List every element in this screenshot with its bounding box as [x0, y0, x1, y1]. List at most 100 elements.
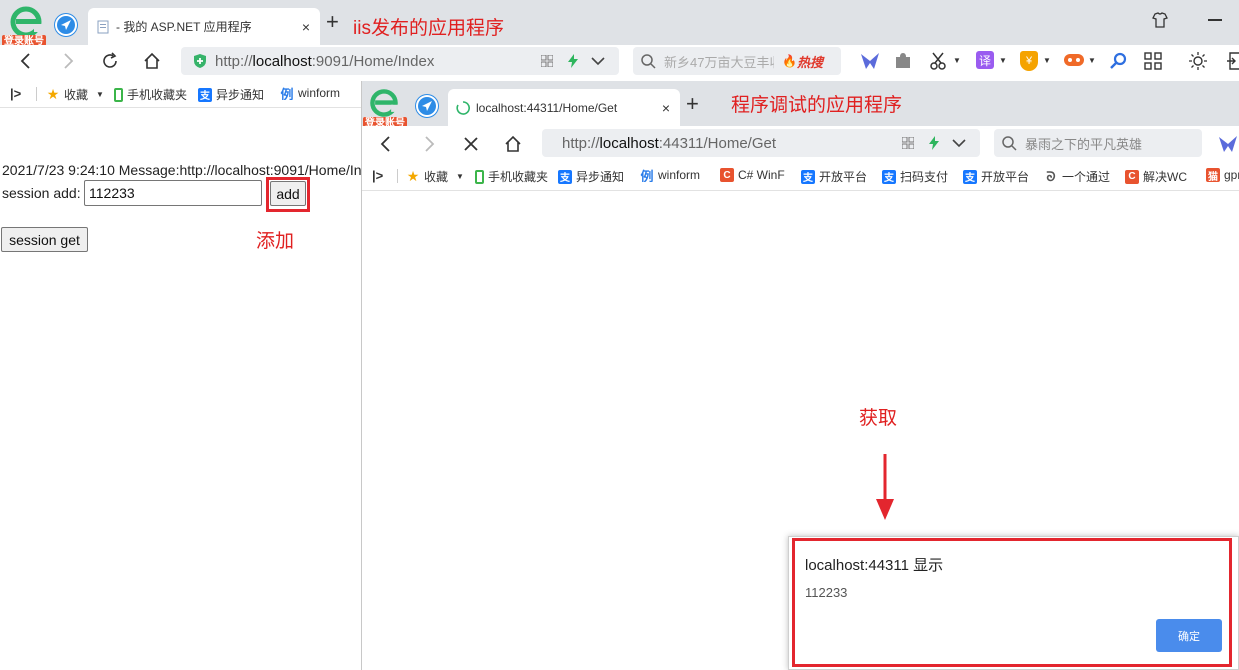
- bookmark-csharp-winform[interactable]: C C# WinF: [720, 168, 788, 182]
- csdn-icon: C: [1125, 169, 1139, 184]
- bookmark-async-notify[interactable]: 支 异步通知: [558, 168, 628, 185]
- lightning-icon[interactable]: [567, 54, 579, 68]
- bookmark-solve-wc[interactable]: C 解决WC: [1125, 168, 1193, 185]
- puzzle-extension-icon[interactable]: [894, 52, 912, 70]
- alipay-icon: 支: [882, 169, 896, 184]
- navigation-icon[interactable]: [415, 94, 439, 118]
- bookmark-favorites[interactable]: ★ 收藏 ▼: [406, 168, 464, 185]
- bookmark-label: 开放平台: [819, 170, 868, 184]
- divider: [397, 169, 398, 183]
- exit-icon[interactable]: [1226, 52, 1239, 70]
- brightness-icon[interactable]: [1189, 52, 1207, 70]
- annotation-arrow-icon: [876, 454, 894, 520]
- sidebar-toggle-icon[interactable]: |>: [10, 86, 21, 101]
- bookmark-favorites[interactable]: ★ 收藏 ▼: [46, 86, 104, 103]
- dropdown-small-icon[interactable]: ▼: [1043, 56, 1051, 65]
- bird-extension-icon[interactable]: [1218, 135, 1238, 153]
- bookmark-label: winform: [298, 86, 341, 100]
- bookmark-async-notify[interactable]: 支 异步通知: [198, 86, 264, 103]
- skin-icon[interactable]: [1152, 12, 1168, 28]
- new-tab-icon[interactable]: +: [326, 9, 339, 35]
- lightning-icon[interactable]: [928, 136, 940, 150]
- dropdown-small-icon[interactable]: ▼: [96, 90, 104, 99]
- search-icon: [641, 53, 656, 69]
- dialog-highlight: [792, 538, 1232, 667]
- navigation-icon[interactable]: [54, 13, 78, 37]
- chevron-down-icon[interactable]: [952, 138, 966, 148]
- new-tab-icon[interactable]: +: [686, 91, 699, 117]
- browser-logo-icon[interactable]: [368, 87, 400, 119]
- bookmark-label: 异步通知: [216, 88, 265, 102]
- message-line: 2021/7/23 9:24:10 Message:http://localho…: [2, 162, 361, 178]
- tab-close-icon[interactable]: ×: [298, 19, 314, 35]
- url-host: localhost: [252, 52, 312, 70]
- qr-grid-icon[interactable]: [541, 55, 553, 67]
- session-value-input[interactable]: 112233: [84, 180, 262, 206]
- home-icon[interactable]: [501, 132, 525, 156]
- session-get-button[interactable]: session get: [1, 227, 88, 252]
- bookmark-label: 扫码支付: [900, 170, 949, 184]
- dropdown-small-icon[interactable]: ▼: [953, 56, 961, 65]
- forward-arrow-icon[interactable]: [56, 49, 80, 73]
- bookmark-open-platform-2[interactable]: 支 开放平台: [963, 168, 1031, 185]
- url-host: localhost: [599, 134, 659, 152]
- minimize-icon[interactable]: [1208, 19, 1222, 21]
- bookmark-winform[interactable]: 例 winform: [640, 168, 708, 182]
- front-address-bar[interactable]: http://localhost:44311/Home/Get: [542, 129, 980, 157]
- bookmark-label: gpr: [1224, 168, 1239, 182]
- bookmark-label: 收藏: [64, 88, 89, 102]
- dropdown-small-icon[interactable]: ▼: [999, 56, 1007, 65]
- tab-close-icon[interactable]: ×: [658, 100, 674, 116]
- scissors-icon[interactable]: [930, 52, 948, 70]
- stop-loading-icon[interactable]: [459, 132, 483, 156]
- annotation-add: 添加: [256, 231, 295, 252]
- tab-title: - 我的 ASP.NET 应用程序: [116, 20, 252, 34]
- star-icon: ★: [406, 168, 420, 184]
- bookmark-label: 开放平台: [981, 170, 1030, 184]
- bird-extension-icon[interactable]: [860, 52, 880, 70]
- url-prefix: http://: [215, 52, 253, 70]
- back-arrow-icon[interactable]: [14, 49, 38, 73]
- juejin-icon: 猫: [1206, 168, 1220, 182]
- search-icon: [1002, 135, 1017, 151]
- front-active-tab[interactable]: localhost:44311/Home/Get ×: [448, 89, 680, 126]
- feather-icon: ᘐ: [1046, 168, 1056, 184]
- translate-icon[interactable]: 译: [976, 51, 994, 69]
- gamepad-icon[interactable]: [1064, 53, 1084, 67]
- dropdown-small-icon[interactable]: ▼: [456, 172, 464, 181]
- reload-icon[interactable]: [98, 49, 122, 73]
- qr-grid-icon[interactable]: [902, 137, 914, 149]
- bookmark-scan-pay[interactable]: 支 扫码支付: [882, 168, 950, 185]
- bookmark-mobile-favorites[interactable]: 手机收藏夹: [114, 86, 187, 103]
- add-button[interactable]: add: [270, 181, 306, 206]
- dropdown-small-icon[interactable]: ▼: [1088, 56, 1096, 65]
- bookmark-label: 异步通知: [576, 170, 625, 184]
- phone-icon: [114, 87, 123, 102]
- back-search-bar[interactable]: 新乡47万亩大豆丰收 🔥 热搜: [633, 47, 841, 75]
- shield-coin-icon[interactable]: ¥: [1020, 51, 1038, 71]
- forward-arrow-icon[interactable]: [417, 132, 441, 156]
- bookmark-gpr[interactable]: 猫 gpr: [1206, 168, 1239, 182]
- magnifier-icon[interactable]: [1110, 52, 1128, 70]
- bookmark-winform[interactable]: 例 winform: [280, 86, 350, 100]
- front-search-bar[interactable]: 暴雨之下的平凡英雄: [994, 129, 1202, 157]
- bookmark-label: 手机收藏夹: [127, 88, 188, 102]
- bookmark-mobile-favorites[interactable]: 手机收藏夹: [475, 168, 548, 185]
- example-icon: 例: [280, 86, 294, 101]
- bookmark-open-platform[interactable]: 支 开放平台: [801, 168, 869, 185]
- sidebar-toggle-icon[interactable]: |>: [372, 168, 383, 183]
- hot-search-label[interactable]: 热搜: [797, 52, 823, 71]
- example-icon: 例: [640, 168, 654, 183]
- bookmark-one-via[interactable]: ᘐ 一个通过: [1044, 168, 1112, 185]
- back-address-bar[interactable]: http://localhost:9091/Home/Index: [181, 47, 619, 75]
- back-arrow-icon[interactable]: [374, 132, 398, 156]
- loading-spinner-icon: [456, 100, 470, 115]
- alipay-icon: 支: [801, 169, 815, 184]
- chevron-down-icon[interactable]: [591, 56, 605, 66]
- tab-title: localhost:44311/Home/Get: [476, 100, 618, 115]
- annotation-iis-app: iis发布的应用程序: [353, 18, 504, 39]
- back-active-tab[interactable]: - 我的 ASP.NET 应用程序 ×: [88, 8, 320, 45]
- divider: [36, 87, 37, 101]
- home-icon[interactable]: [140, 49, 164, 73]
- apps-grid-icon[interactable]: [1144, 52, 1162, 70]
